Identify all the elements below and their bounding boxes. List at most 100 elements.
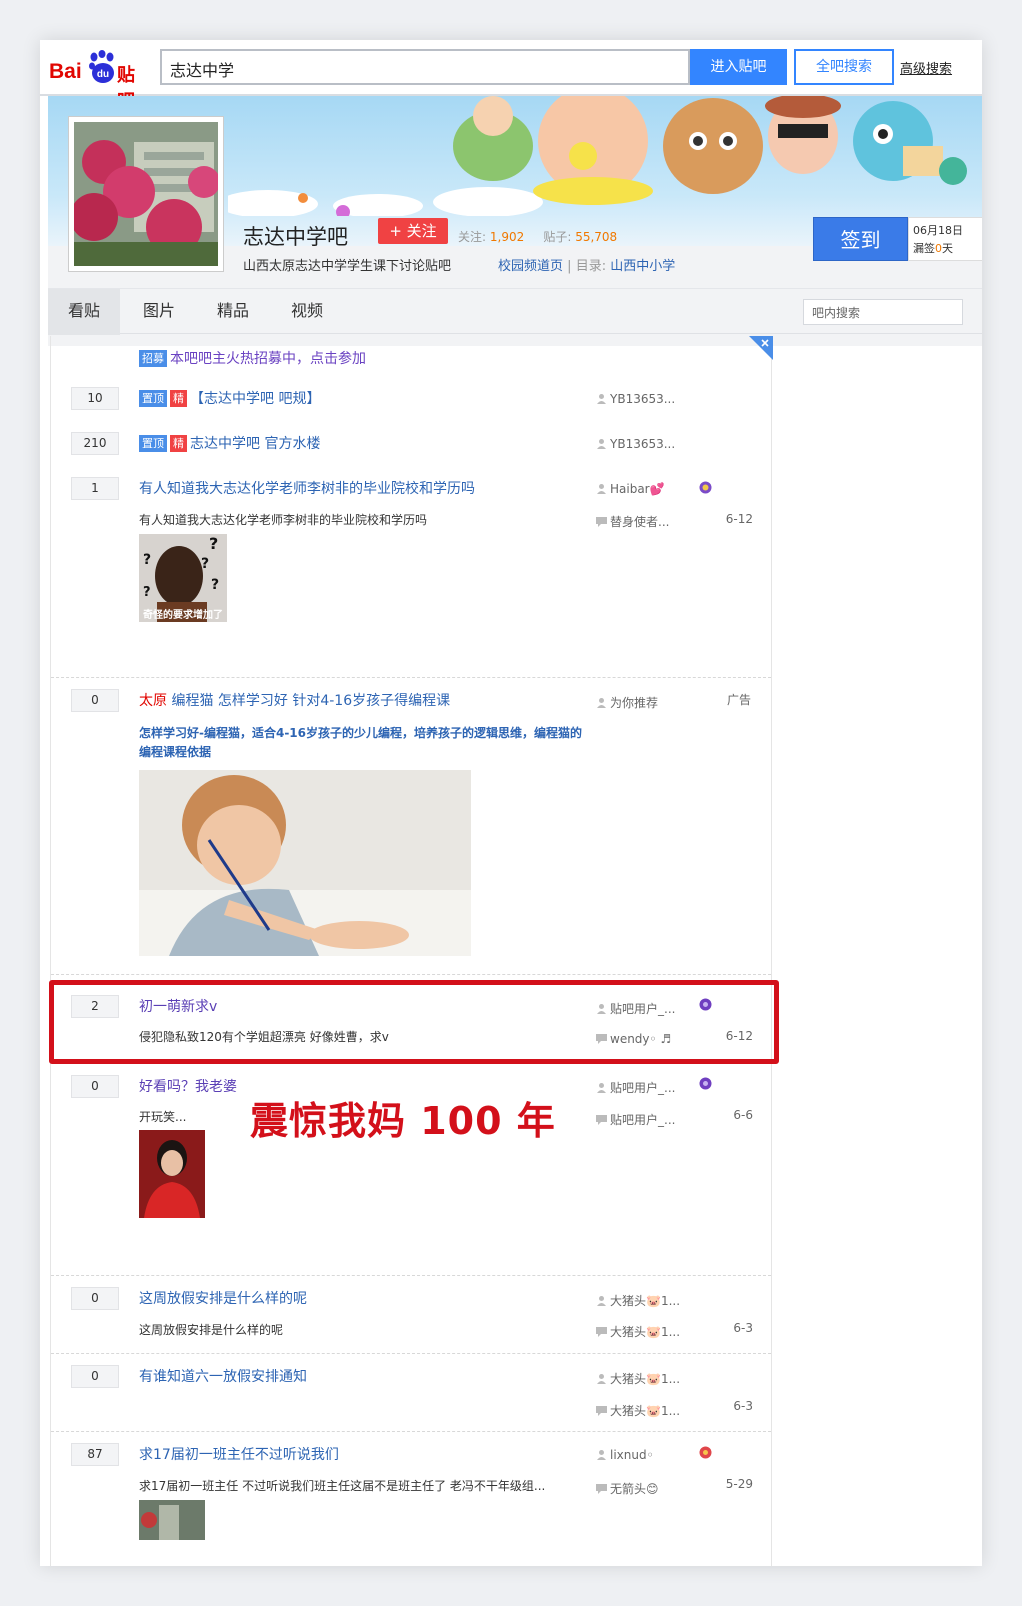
followers-label: 关注: <box>458 230 487 244</box>
baidu-tieba-logo[interactable]: Bai du 贴吧 <box>49 50 151 112</box>
sign-date: 06月18日 <box>913 224 963 237</box>
pinned-tag: 置顶 <box>139 435 167 452</box>
post-title[interactable]: 有谁知道六一放假安排通知 <box>139 1366 307 1386</box>
level-badge-icon <box>699 1077 712 1090</box>
featured-tag: 精 <box>170 390 187 407</box>
city-label: 太原 <box>139 693 167 709</box>
catalog-link[interactable]: 山西中小学 <box>610 259 675 274</box>
user-icon <box>597 484 606 494</box>
post-date: 6-6 <box>733 1108 753 1122</box>
forum-nav: 看贴 图片 精品 视频 吧内搜索 <box>48 288 982 335</box>
list-item[interactable]: 87 求17届初一班主任不过听说我们 求17届初一班主任 不过听说我们班主任这届… <box>51 1432 771 1566</box>
author[interactable]: YB13653... <box>596 437 675 451</box>
level-badge-icon <box>699 1446 712 1459</box>
last-replier[interactable]: 替身使者... <box>596 513 669 530</box>
list-item[interactable]: 0 有谁知道六一放假安排通知 大猪头🐷1... 大猪头🐷1... 6-3 <box>51 1354 771 1432</box>
list-item-ad[interactable]: 0 太原 编程猫 怎样学习好 针对4-16岁孩子得编程课 怎样学习好-编程猫，适… <box>51 678 771 975</box>
author[interactable]: 大猪头🐷1... <box>596 1292 680 1309</box>
search-input[interactable]: 志达中学 <box>160 49 690 85</box>
post-title[interactable]: 有人知道我大志达化学老师李树非的毕业院校和学历吗 <box>139 478 475 498</box>
tab-videos[interactable]: 视频 <box>272 289 342 335</box>
svg-text:?: ? <box>143 552 151 568</box>
tieba-page: Bai du 贴吧 志达中学 进入贴吧 全吧搜索 高级搜索 <box>40 40 982 1566</box>
list-item[interactable]: 招募 本吧吧主火热招募中，点击参加 <box>51 336 771 376</box>
post-title[interactable]: 太原 编程猫 怎样学习好 针对4-16岁孩子得编程课 <box>139 690 450 710</box>
user-icon <box>597 1083 606 1093</box>
reply-count: 0 <box>71 1075 119 1098</box>
post-abstract: 开玩笑... <box>139 1110 187 1124</box>
reply-icon <box>596 517 607 527</box>
reply-count: 87 <box>71 1443 119 1466</box>
post-date: 6-3 <box>733 1321 753 1335</box>
top-search-bar: Bai du 贴吧 志达中学 进入贴吧 全吧搜索 高级搜索 <box>40 40 982 112</box>
post-date: 6-12 <box>725 512 753 526</box>
post-thumbnail-image[interactable] <box>139 1500 205 1540</box>
reply-icon <box>596 1115 607 1125</box>
reply-count: 210 <box>71 432 119 455</box>
last-replier[interactable]: 贴吧用户_... <box>596 1111 675 1128</box>
forum-links: 校园频道页 | 目录: 山西中小学 <box>498 255 675 274</box>
post-title[interactable]: 置顶精【志达中学吧 吧规】 <box>139 388 320 408</box>
author[interactable]: lixnud◦ <box>596 1448 654 1462</box>
featured-tag: 精 <box>170 435 187 452</box>
list-item[interactable]: 10 置顶精【志达中学吧 吧规】 YB13653... <box>51 376 771 421</box>
followers-count: 1,902 <box>489 230 525 244</box>
user-icon <box>597 1296 606 1306</box>
advanced-search-link[interactable]: 高级搜索 <box>900 58 952 77</box>
forum-stats: 关注: 1,902 贴子: 55,708 <box>458 228 617 245</box>
highlight-box <box>49 980 779 1064</box>
tab-posts[interactable]: 看贴 <box>48 289 120 335</box>
search-all-button[interactable]: 全吧搜索 <box>794 49 894 85</box>
links-separator: | <box>567 259 572 274</box>
forum-avatar-image <box>70 122 220 266</box>
campus-channel-link[interactable]: 校园频道页 <box>498 259 563 274</box>
ad-image[interactable] <box>139 770 471 956</box>
last-replier[interactable]: 无箭头😊 <box>596 1480 659 1497</box>
author[interactable]: Haibar💕 <box>596 482 665 496</box>
post-title[interactable]: 好看吗？我老婆 <box>139 1076 237 1096</box>
user-icon <box>597 1374 606 1384</box>
list-item[interactable]: 1 有人知道我大志达化学老师李树非的毕业院校和学历吗 有人知道我大志达化学老师李… <box>51 466 771 678</box>
post-title[interactable]: 这周放假安排是什么样的呢 <box>139 1288 307 1308</box>
list-item[interactable]: 0 这周放假安排是什么样的呢 这周放假安排是什么样的呢 大猪头🐷1... 大猪头… <box>51 1276 771 1354</box>
reply-count: 1 <box>71 477 119 500</box>
follow-button[interactable]: + 关注 <box>378 218 448 244</box>
missed-days: 漏签0天 <box>913 242 953 255</box>
tab-featured[interactable]: 精品 <box>198 289 268 335</box>
svg-text:?: ? <box>211 577 219 593</box>
tab-images[interactable]: 图片 <box>124 289 194 335</box>
svg-text:?: ? <box>143 585 151 600</box>
post-abstract: 求17届初一班主任 不过听说我们班主任这届不是班主任了 老冯不干年级组... <box>139 1479 546 1493</box>
post-title[interactable]: 招募 本吧吧主火热招募中，点击参加 <box>139 348 366 368</box>
last-replier[interactable]: 大猪头🐷1... <box>596 1323 680 1340</box>
user-icon <box>597 698 606 708</box>
post-abstract: 这周放假安排是什么样的呢 <box>139 1323 284 1337</box>
sign-in-info: 06月18日 漏签0天 <box>908 217 982 261</box>
annotation-caption: 震惊我妈 100 年 <box>250 1099 556 1143</box>
post-date: 5-29 <box>725 1477 753 1491</box>
recruit-tag: 招募 <box>139 350 167 367</box>
author[interactable]: 大猪头🐷1... <box>596 1370 680 1387</box>
reply-count: 0 <box>71 1365 119 1388</box>
forum-avatar[interactable] <box>68 116 224 272</box>
post-title[interactable]: 求17届初一班主任不过听说我们 <box>139 1444 339 1464</box>
sign-in-button[interactable]: 签到 <box>813 217 908 261</box>
reply-count: 0 <box>71 1287 119 1310</box>
post-thumbnail-image[interactable] <box>139 1130 205 1218</box>
list-item[interactable]: 210 置顶精志达中学吧 官方水楼 YB13653... <box>51 421 771 466</box>
post-date: 6-3 <box>733 1399 753 1413</box>
user-icon <box>597 394 606 404</box>
post-thumbnail-image[interactable]: ? ? ? ? ? 奇怪的要求增加了 <box>139 534 227 622</box>
forum-title: 志达中学吧 <box>243 225 348 249</box>
posts-count: 55,708 <box>575 230 618 244</box>
post-title[interactable]: 置顶精志达中学吧 官方水楼 <box>139 433 320 453</box>
author[interactable]: 贴吧用户_... <box>596 1079 675 1096</box>
author[interactable]: YB13653... <box>596 392 675 406</box>
forum-search-input[interactable]: 吧内搜索 <box>803 299 963 325</box>
last-replier[interactable]: 大猪头🐷1... <box>596 1402 680 1419</box>
user-icon <box>597 439 606 449</box>
thumbnail-caption: 奇怪的要求增加了 <box>143 608 223 621</box>
reply-count: 10 <box>71 387 119 410</box>
enter-tieba-button[interactable]: 进入贴吧 <box>690 49 787 85</box>
svg-text:?: ? <box>201 556 209 572</box>
